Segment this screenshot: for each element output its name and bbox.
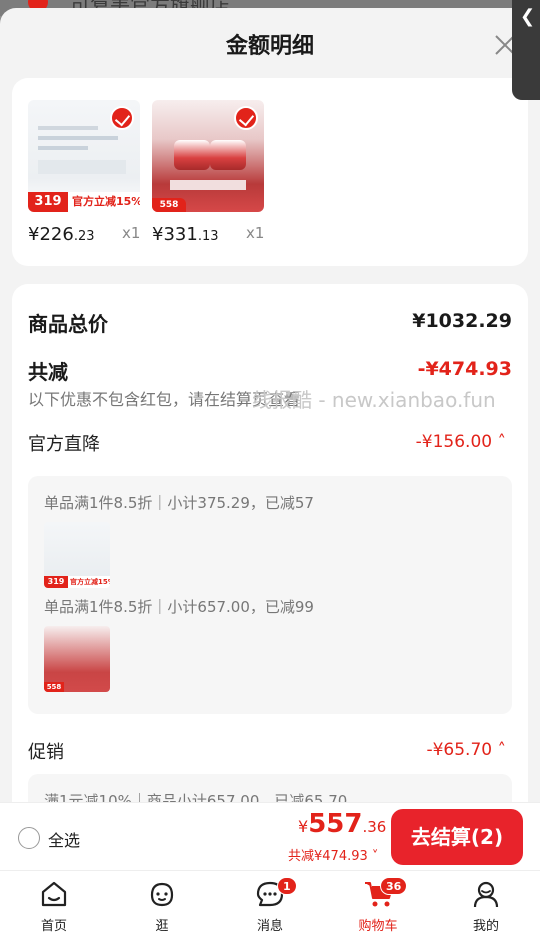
back-button[interactable]: ❮: [512, 0, 540, 100]
checkout-total: ¥557.36: [298, 809, 387, 839]
discount-item-text: 单品满1件8.5折｜小计375.29，已减57: [44, 494, 314, 512]
tab-label: 逛: [155, 919, 169, 934]
cart-count-badge: 36: [380, 877, 408, 895]
tab-browse[interactable]: 逛: [122, 871, 202, 941]
select-all-radio[interactable]: [18, 827, 40, 849]
product-image[interactable]: 319 官方立减15%: [28, 100, 140, 212]
official-discount-label: 官方直降: [28, 434, 100, 455]
price-badge: 319: [28, 192, 68, 212]
price-badge: 558: [44, 682, 64, 692]
promotion-toggle[interactable]: -¥65.70 ˄: [426, 740, 506, 760]
product-image[interactable]: 558: [152, 100, 264, 212]
tab-label: 首页: [40, 919, 67, 934]
saved-amount: 共减¥474.93: [288, 849, 368, 864]
face-icon: [150, 882, 174, 907]
price-badge: 558: [152, 198, 186, 212]
chevron-down-icon: ˅: [371, 849, 379, 864]
message-count-badge: 1: [277, 877, 297, 895]
discount-item-text: 单品满1件8.5折｜小计657.00，已减99: [44, 598, 314, 616]
selected-check-icon[interactable]: [234, 106, 258, 130]
tab-label: 我的: [472, 919, 499, 934]
sheet-title: 金额明细: [225, 34, 314, 59]
official-discount-toggle[interactable]: -¥156.00 ˄: [416, 432, 506, 452]
reduce-label: 共减: [28, 360, 68, 384]
official-discount-value: -¥156.00: [415, 432, 493, 452]
tab-profile[interactable]: 我的: [446, 871, 526, 941]
product-image: 319 官方立减15%: [44, 522, 110, 588]
promotion-value: -¥65.70: [426, 740, 493, 760]
user-icon: [473, 881, 499, 908]
products-card: 319 官方立减15% ¥226.23 x1 558 ¥331.13 x1: [12, 78, 528, 266]
promotion-label: 促销: [28, 742, 64, 763]
chevron-up-icon: ˄: [497, 740, 507, 760]
total-price-label: 商品总价: [28, 312, 108, 336]
select-all-label[interactable]: 全选: [48, 827, 80, 851]
chevron-left-icon: ❮: [520, 6, 536, 27]
checkout-button[interactable]: 去结算(2): [391, 809, 523, 865]
tab-label: 消息: [256, 919, 283, 934]
amount-detail-card: 商品总价 ¥1032.29 共减 -¥474.93 以下优惠不包含红包，请在结算…: [12, 284, 528, 828]
bottom-tab-bar: 首页 逛 1 消息 36 购物车 我的: [0, 870, 540, 941]
product-price: ¥331.13: [152, 224, 219, 245]
saved-amount-toggle[interactable]: 共减¥474.93 ˅: [288, 845, 378, 864]
tab-messages[interactable]: 1 消息: [230, 871, 310, 941]
tab-home[interactable]: 首页: [14, 871, 94, 941]
product-image: 558: [44, 626, 110, 692]
home-icon: [41, 881, 67, 907]
selected-check-icon[interactable]: [110, 106, 134, 130]
product-price: ¥226.23: [28, 224, 95, 245]
amount-detail-sheet: 金额明细 319 官方立减15% ¥226.23 x1 558 ¥331.13: [0, 8, 540, 828]
promo-badge: 官方立减15%: [68, 192, 140, 212]
tab-label: 购物车: [358, 919, 398, 934]
total-price-value: ¥1032.29: [412, 310, 512, 332]
price-badge: 319: [44, 576, 68, 588]
chevron-up-icon: ˄: [497, 432, 507, 452]
promo-badge: 官方立减15%: [68, 576, 110, 588]
checkout-bar: 全选 ¥557.36 共减¥474.93 ˅ 去结算(2): [0, 802, 540, 870]
watermark-text: 线报酷 - new.xianbao.fun: [252, 388, 496, 412]
product-qty: x1: [246, 224, 265, 242]
official-discount-list: 单品满1件8.5折｜小计375.29，已减57 319 官方立减15% 单品满1…: [28, 476, 512, 714]
reduce-value: -¥474.93: [417, 358, 512, 380]
product-qty: x1: [122, 224, 141, 242]
tab-cart[interactable]: 36 购物车: [338, 871, 418, 941]
